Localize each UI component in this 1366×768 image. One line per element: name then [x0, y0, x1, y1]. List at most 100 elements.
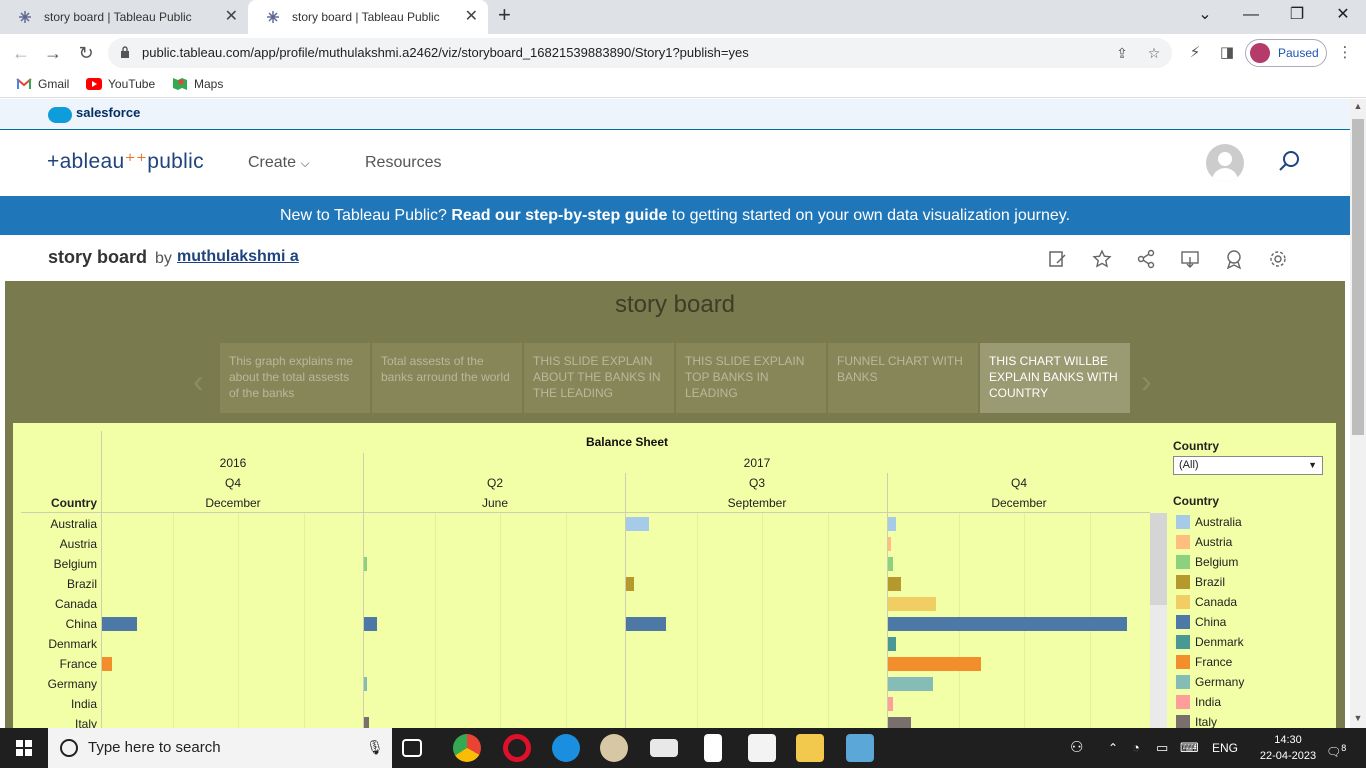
keyboard-icon[interactable]: ⌨: [1180, 728, 1199, 768]
bar-canada-panel-4[interactable]: [888, 597, 936, 611]
sheet-scrollbar[interactable]: [1150, 513, 1167, 728]
legend-item[interactable]: Canada: [1173, 592, 1237, 612]
bar-france-panel-1[interactable]: [102, 657, 112, 671]
edge-icon[interactable]: [552, 734, 580, 762]
extensions-icon[interactable]: ⚡: [1186, 44, 1204, 62]
paint-icon[interactable]: [600, 734, 628, 762]
story-point-2[interactable]: Total assests of the banks arround the w…: [372, 343, 522, 413]
microphone-icon[interactable]: 🎙: [366, 739, 384, 756]
legend-item[interactable]: Belgium: [1173, 552, 1238, 572]
scroll-down-arrow-icon[interactable]: ▼: [1350, 713, 1366, 723]
minimize-icon[interactable]: —: [1228, 0, 1274, 30]
back-icon[interactable]: ←: [8, 40, 34, 66]
browser-tab-1[interactable]: story board | Tableau Public ✕: [0, 0, 248, 34]
bar-brazil-panel-4[interactable]: [888, 577, 901, 591]
story-point-4[interactable]: THIS SLIDE EXPLAIN TOP BANKS IN LEADING: [676, 343, 826, 413]
language-indicator[interactable]: ENG: [1212, 728, 1238, 768]
windows-start-icon[interactable]: [16, 740, 32, 756]
legend-item[interactable]: Denmark: [1173, 632, 1244, 652]
bar-germany-panel-4[interactable]: [888, 677, 933, 691]
address-bar[interactable]: public.tableau.com/app/profile/muthulaks…: [108, 38, 1172, 68]
author-link[interactable]: muthulakshmi a: [177, 248, 299, 266]
page-scrollbar-thumb[interactable]: [1352, 119, 1364, 435]
legend-item[interactable]: France: [1173, 652, 1232, 672]
bar-italy-panel-2[interactable]: [364, 717, 369, 728]
story-point-1[interactable]: This graph explains me about the total a…: [220, 343, 370, 413]
restore-icon[interactable]: ❐: [1274, 0, 1320, 30]
notification-badge[interactable]: 🗨8: [1326, 728, 1346, 768]
nav-create[interactable]: Create ⌵: [248, 154, 310, 172]
close-tab-icon[interactable]: ✕: [465, 0, 478, 34]
bar-india-panel-4[interactable]: [888, 697, 893, 711]
story-next-arrow-icon[interactable]: ›: [1141, 363, 1152, 400]
wifi-icon[interactable]: ◔: [1132, 728, 1140, 768]
page-scrollbar[interactable]: ▲ ▼: [1350, 99, 1366, 728]
bar-belgium-panel-2[interactable]: [364, 557, 367, 571]
scroll-up-arrow-icon[interactable]: ▲: [1350, 101, 1366, 111]
bar-china-panel-1[interactable]: [102, 617, 137, 631]
people-icon[interactable]: ⚇: [1070, 728, 1083, 768]
bookmark-maps[interactable]: Maps: [172, 72, 223, 98]
chrome-icon[interactable]: [453, 734, 481, 762]
close-window-icon[interactable]: ✕: [1320, 0, 1366, 30]
edit-icon[interactable]: [1048, 249, 1068, 269]
bookmark-youtube[interactable]: YouTube: [86, 72, 155, 98]
bar-australia-panel-3[interactable]: [626, 517, 649, 531]
file-explorer-icon[interactable]: [796, 734, 824, 762]
bar-austria-panel-4[interactable]: [888, 537, 891, 551]
legend-item[interactable]: Australia: [1173, 512, 1242, 532]
story-point-6[interactable]: THIS CHART WILLBE EXPLAIN BANKS WITH COU…: [980, 343, 1130, 413]
legend-item[interactable]: Brazil: [1173, 572, 1225, 592]
legend-item[interactable]: China: [1173, 612, 1226, 632]
new-tab-icon[interactable]: +: [498, 2, 511, 28]
forward-icon[interactable]: →: [40, 40, 66, 66]
sheet-scrollbar-thumb[interactable]: [1150, 513, 1167, 605]
bar-china-panel-4[interactable]: [888, 617, 1127, 631]
bar-germany-panel-2[interactable]: [364, 677, 367, 691]
bar-china-panel-3[interactable]: [626, 617, 666, 631]
tableau-public-logo[interactable]: +ableau⁺⁺public: [47, 149, 204, 174]
bookmark-gmail[interactable]: Gmail: [16, 72, 69, 98]
tab-search-icon[interactable]: ⌄: [1182, 0, 1228, 30]
bar-china-panel-2[interactable]: [364, 617, 377, 631]
browser-tab-2[interactable]: story board | Tableau Public ✕: [248, 0, 488, 34]
settings-gear-icon[interactable]: [1268, 249, 1288, 269]
guide-link[interactable]: Read our step-by-step guide: [451, 207, 667, 224]
battery-icon[interactable]: ▭: [1156, 728, 1168, 768]
task-view-icon[interactable]: [402, 739, 422, 757]
chevron-up-icon[interactable]: ⌃: [1108, 728, 1118, 768]
opera-icon[interactable]: [503, 734, 531, 762]
taskbar-search-box[interactable]: Type here to search 🎙: [48, 728, 392, 768]
bar-denmark-panel-4[interactable]: [888, 637, 896, 651]
nav-resources[interactable]: Resources: [365, 154, 441, 172]
taskbar-clock[interactable]: 14:30 22-04-2023: [1256, 732, 1320, 764]
share-icon[interactable]: [1136, 249, 1156, 269]
legend-item[interactable]: Austria: [1173, 532, 1232, 552]
favorite-star-icon[interactable]: [1092, 249, 1112, 269]
menu-icon[interactable]: ⋮: [1336, 44, 1354, 62]
profile-button[interactable]: Paused: [1245, 39, 1327, 67]
bar-belgium-panel-4[interactable]: [888, 557, 893, 571]
snipping-tool-icon[interactable]: [846, 734, 874, 762]
bar-italy-panel-4[interactable]: [888, 717, 911, 728]
legend-item[interactable]: Germany: [1173, 672, 1244, 692]
story-point-3[interactable]: THIS SLIDE EXPLAIN ABOUT THE BANKS IN TH…: [524, 343, 674, 413]
search-icon[interactable]: [1278, 150, 1300, 172]
country-filter-select[interactable]: (All) ▼: [1173, 456, 1323, 475]
user-avatar-icon[interactable]: [1206, 144, 1244, 182]
store-icon[interactable]: [748, 734, 776, 762]
story-point-5[interactable]: FUNNEL CHART WITH BANKS: [828, 343, 978, 413]
bar-brazil-panel-3[interactable]: [626, 577, 634, 591]
side-panel-icon[interactable]: ◨: [1218, 44, 1236, 62]
bar-australia-panel-4[interactable]: [888, 517, 896, 531]
bar-france-panel-4[interactable]: [888, 657, 981, 671]
legend-item[interactable]: India: [1173, 692, 1221, 712]
legend-item[interactable]: Italy: [1173, 712, 1217, 728]
share-icon[interactable]: ⇪: [1114, 45, 1130, 61]
mail-icon[interactable]: [650, 739, 678, 757]
close-tab-icon[interactable]: ✕: [225, 0, 238, 34]
reload-icon[interactable]: ↻: [73, 40, 99, 66]
badge-icon[interactable]: [1224, 249, 1244, 269]
story-prev-arrow-icon[interactable]: ‹: [193, 363, 204, 400]
bookmark-star-icon[interactable]: ☆: [1146, 45, 1162, 61]
